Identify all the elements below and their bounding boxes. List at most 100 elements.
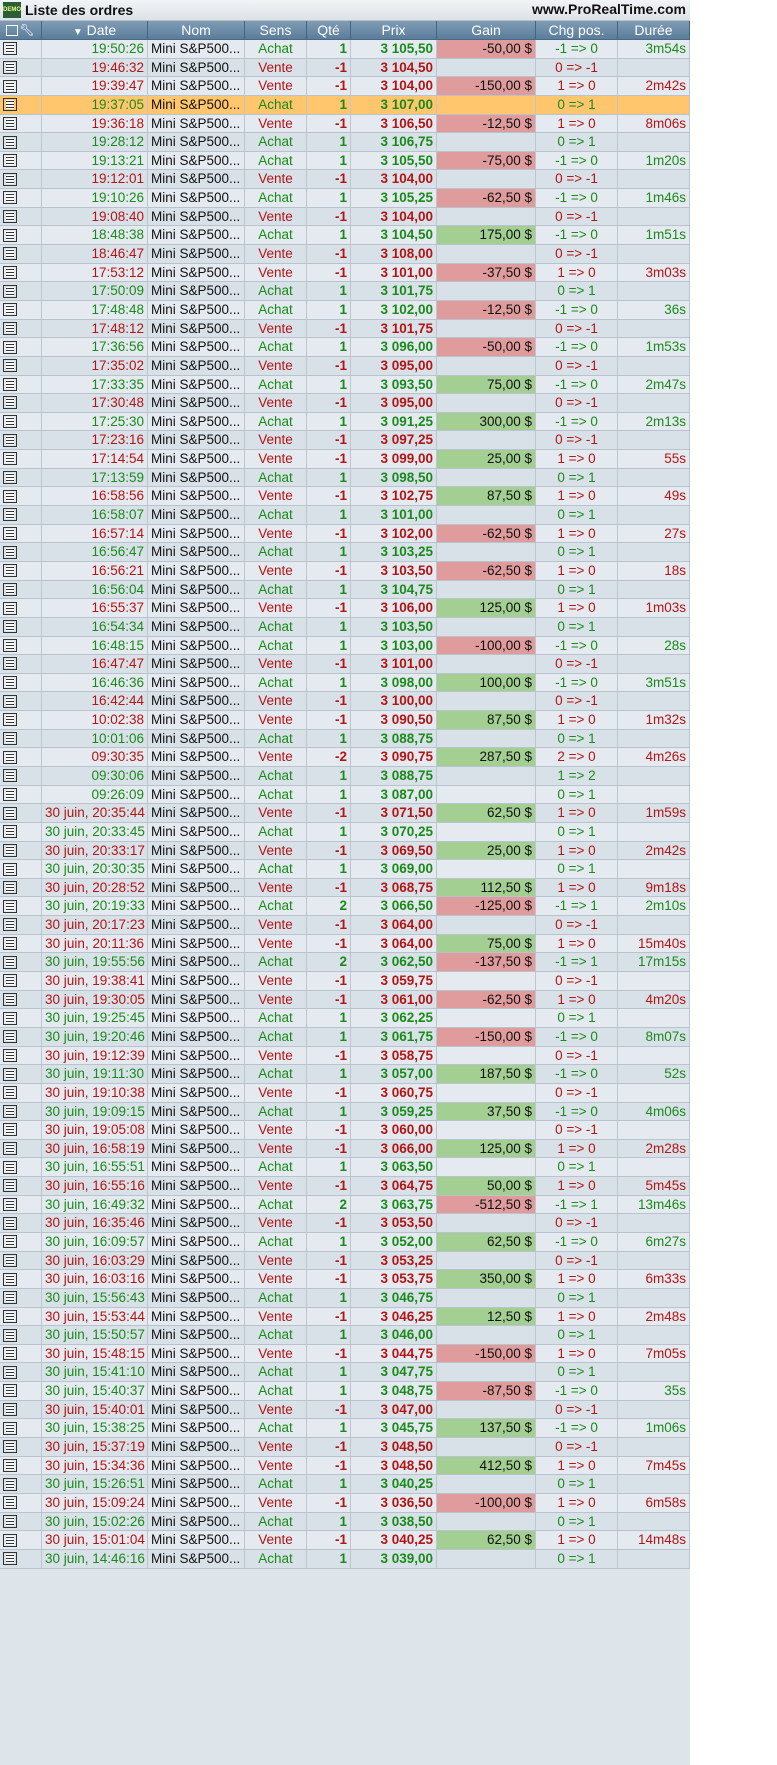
row-detail-icon[interactable] xyxy=(0,40,42,58)
row-detail-icon[interactable] xyxy=(0,1083,42,1102)
document-icon[interactable] xyxy=(3,210,17,224)
row-detail-icon[interactable] xyxy=(0,748,42,766)
document-icon[interactable] xyxy=(3,1048,17,1062)
row-detail-icon[interactable] xyxy=(0,450,42,468)
row-detail-icon[interactable] xyxy=(0,860,42,878)
document-icon[interactable] xyxy=(3,564,17,578)
document-icon[interactable] xyxy=(3,1272,17,1286)
row-detail-icon[interactable] xyxy=(0,1158,42,1177)
table-row[interactable]: 30 juin, 15:41:10 Mini S&P500... Achat 1 3 0… xyxy=(0,1363,690,1383)
table-row[interactable]: 17:48:48 Mini S&P500... Achat 1 3 102,00 -12,… xyxy=(0,300,690,320)
table-row[interactable]: 30 juin, 16:09:57 Mini S&P500... Achat 1 3 0… xyxy=(0,1233,690,1252)
document-icon[interactable] xyxy=(3,620,17,634)
row-detail-icon[interactable] xyxy=(0,1512,42,1531)
row-detail-icon[interactable] xyxy=(0,77,42,95)
table-row[interactable]: 19:13:21 Mini S&P500... Achat 1 3 105,50 -75,… xyxy=(0,151,690,171)
table-row[interactable]: 16:56:04 Mini S&P500... Achat 1 3 104,75 0 =>… xyxy=(0,580,690,600)
table-row[interactable]: 30 juin, 15:50:57 Mini S&P500... Achat 1 3 0… xyxy=(0,1326,690,1345)
table-row[interactable]: 30 juin, 16:58:19 Mini S&P500... Vente -1 3 … xyxy=(0,1139,690,1159)
table-row[interactable]: 30 juin, 15:56:43 Mini S&P500... Achat 1 3 0… xyxy=(0,1288,690,1308)
column-header-name[interactable]: Nom xyxy=(148,21,245,39)
row-detail-icon[interactable] xyxy=(0,1382,42,1400)
document-icon[interactable] xyxy=(3,1514,17,1528)
row-detail-icon[interactable] xyxy=(0,1046,42,1065)
row-detail-icon[interactable] xyxy=(0,1251,42,1270)
row-detail-icon[interactable] xyxy=(0,1326,42,1344)
document-icon[interactable] xyxy=(3,694,17,708)
table-row[interactable]: 17:33:35 Mini S&P500... Achat 1 3 093,50 75,0… xyxy=(0,375,690,395)
table-row[interactable]: 16:48:15 Mini S&P500... Achat 1 3 103,00 -100… xyxy=(0,636,690,656)
table-row[interactable]: 17:23:16 Mini S&P500... Vente -1 3 097,25 0 =… xyxy=(0,431,690,451)
row-detail-icon[interactable] xyxy=(0,655,42,673)
table-row[interactable]: 16:42:44 Mini S&P500... Vente -1 3 100,00 0 =… xyxy=(0,692,690,712)
table-row[interactable]: 30 juin, 19:25:45 Mini S&P500... Achat 1 3 0… xyxy=(0,1009,690,1028)
document-icon[interactable] xyxy=(3,1104,17,1118)
table-row[interactable]: 30 juin, 20:17:23 Mini S&P500... Vente -1 3 … xyxy=(0,916,690,935)
column-header-gain[interactable]: Gain xyxy=(437,21,536,39)
table-row[interactable]: 30 juin, 15:09:24 Mini S&P500... Vente -1 3 … xyxy=(0,1493,690,1513)
document-icon[interactable] xyxy=(3,732,17,746)
document-icon[interactable] xyxy=(3,825,17,839)
row-detail-icon[interactable] xyxy=(0,953,42,972)
row-detail-icon[interactable] xyxy=(0,1456,42,1475)
document-icon[interactable] xyxy=(3,359,17,373)
table-row[interactable]: 30 juin, 15:26:51 Mini S&P500... Achat 1 3 0… xyxy=(0,1475,690,1494)
table-row[interactable]: 16:55:37 Mini S&P500... Vente -1 3 106,00 125… xyxy=(0,599,690,618)
document-icon[interactable] xyxy=(3,1328,17,1342)
row-detail-icon[interactable] xyxy=(0,95,42,114)
table-row[interactable]: 19:37:05 Mini S&P500... Achat 1 3 107,00 0 =>… xyxy=(0,95,690,115)
row-detail-icon[interactable] xyxy=(0,543,42,561)
table-row[interactable]: 19:46:32 Mini S&P500... Vente -1 3 104,50 0 =… xyxy=(0,58,690,78)
table-row[interactable]: 30 juin, 15:37:19 Mini S&P500... Vente -1 3 … xyxy=(0,1438,690,1457)
list-icon[interactable] xyxy=(6,24,19,36)
row-detail-icon[interactable] xyxy=(0,1493,42,1512)
table-row[interactable]: 30 juin, 15:01:04 Mini S&P500... Vente -1 3 … xyxy=(0,1531,690,1550)
row-detail-icon[interactable] xyxy=(0,487,42,506)
document-icon[interactable] xyxy=(3,266,17,279)
document-icon[interactable] xyxy=(3,1030,17,1044)
document-icon[interactable] xyxy=(3,955,17,969)
row-detail-icon[interactable] xyxy=(0,1177,42,1195)
row-detail-icon[interactable] xyxy=(0,1344,42,1363)
document-icon[interactable] xyxy=(3,42,17,56)
row-detail-icon[interactable] xyxy=(0,431,42,450)
table-row[interactable]: 17:35:02 Mini S&P500... Vente -1 3 095,00 0 =… xyxy=(0,356,690,376)
table-row[interactable]: 17:13:59 Mini S&P500... Achat 1 3 098,50 0 =>… xyxy=(0,468,690,488)
document-icon[interactable] xyxy=(3,787,17,801)
row-detail-icon[interactable] xyxy=(0,711,42,729)
row-detail-icon[interactable] xyxy=(0,1475,42,1493)
document-icon[interactable] xyxy=(3,471,17,485)
table-row[interactable]: 30 juin, 19:55:56 Mini S&P500... Achat 2 3 0… xyxy=(0,953,690,973)
row-detail-icon[interactable] xyxy=(0,785,42,804)
document-icon[interactable] xyxy=(3,1253,17,1267)
document-icon[interactable] xyxy=(3,116,17,130)
row-detail-icon[interactable] xyxy=(0,972,42,990)
document-icon[interactable] xyxy=(3,284,17,298)
row-detail-icon[interactable] xyxy=(0,1065,42,1083)
document-icon[interactable] xyxy=(3,638,17,652)
row-detail-icon[interactable] xyxy=(0,766,42,785)
document-icon[interactable] xyxy=(3,247,17,261)
table-row[interactable]: 30 juin, 19:38:41 Mini S&P500... Vente -1 3 … xyxy=(0,972,690,991)
table-row[interactable]: 19:28:12 Mini S&P500... Achat 1 3 106,75 0 =>… xyxy=(0,133,690,152)
table-row[interactable]: 10:01:06 Mini S&P500... Achat 1 3 088,75 0 =>… xyxy=(0,729,690,749)
document-icon[interactable] xyxy=(3,228,17,242)
document-icon[interactable] xyxy=(3,899,17,913)
document-icon[interactable] xyxy=(3,172,17,186)
table-row[interactable]: 18:46:47 Mini S&P500... Vente -1 3 108,00 0 =… xyxy=(0,245,690,264)
document-icon[interactable] xyxy=(3,806,17,820)
row-detail-icon[interactable] xyxy=(0,226,42,245)
document-icon[interactable] xyxy=(3,843,17,857)
row-detail-icon[interactable] xyxy=(0,580,42,599)
row-detail-icon[interactable] xyxy=(0,300,42,319)
table-row[interactable]: 19:39:47 Mini S&P500... Vente -1 3 104,00 -15… xyxy=(0,77,690,96)
row-detail-icon[interactable] xyxy=(0,1288,42,1307)
document-icon[interactable] xyxy=(3,937,17,951)
table-row[interactable]: 30 juin, 16:35:46 Mini S&P500... Vente -1 3 … xyxy=(0,1214,690,1233)
table-row[interactable]: 30 juin, 15:02:26 Mini S&P500... Achat 1 3 0… xyxy=(0,1512,690,1532)
column-header-date[interactable]: ▼ Date xyxy=(42,21,148,39)
row-detail-icon[interactable] xyxy=(0,692,42,711)
row-detail-icon[interactable] xyxy=(0,804,42,822)
table-row[interactable]: 17:14:54 Mini S&P500... Vente -1 3 099,00 25,… xyxy=(0,450,690,469)
document-icon[interactable] xyxy=(3,750,17,764)
